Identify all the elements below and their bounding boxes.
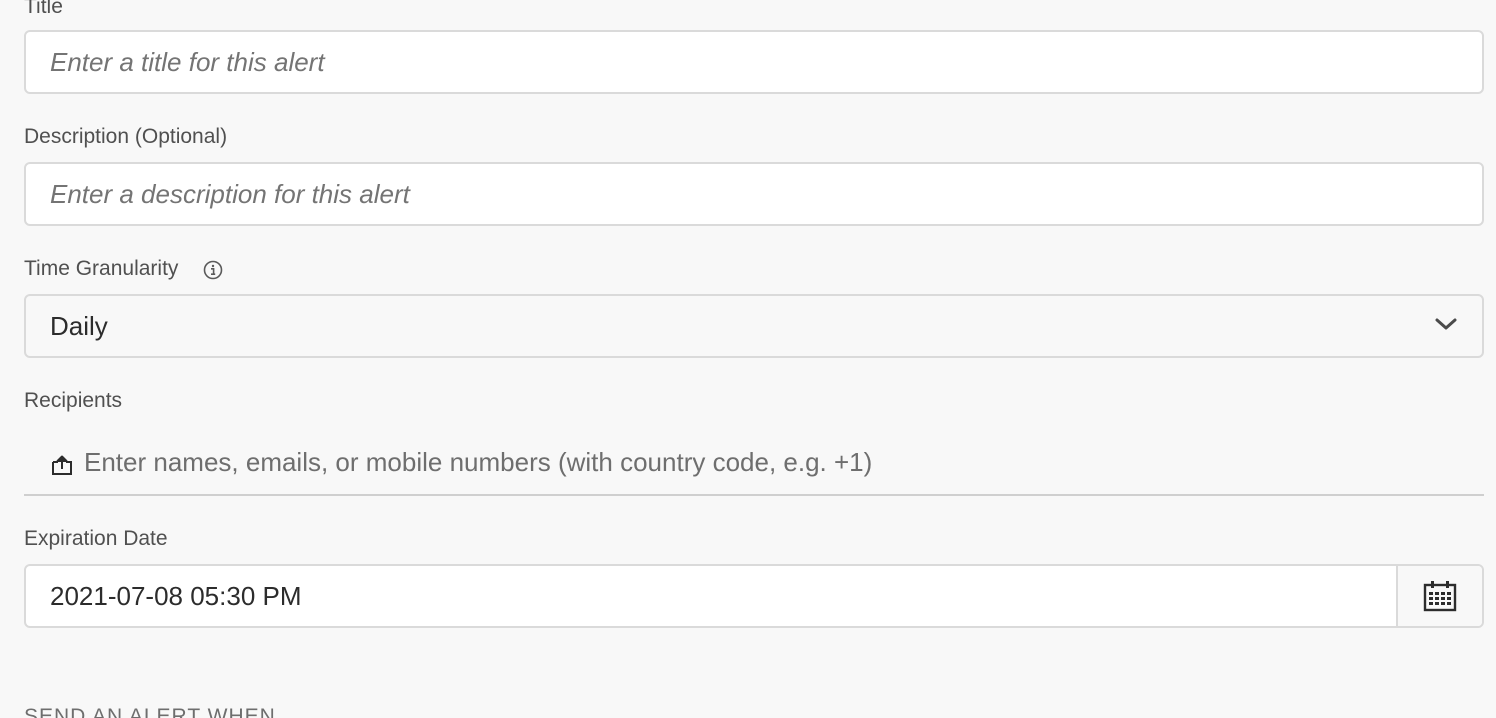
- send-alert-when-heading: SEND AN ALERT WHEN: [24, 705, 276, 718]
- title-field-container: [24, 30, 1484, 94]
- alert-form: Title Description (Optional) Time Granul…: [0, 0, 1496, 718]
- description-input[interactable]: [26, 164, 1482, 224]
- time-granularity-value: Daily: [50, 310, 108, 341]
- info-icon[interactable]: [203, 260, 223, 280]
- recipients-label: Recipients: [24, 389, 123, 412]
- time-granularity-select[interactable]: Daily: [24, 294, 1484, 358]
- calendar-icon: [1423, 580, 1457, 612]
- description-label: Description (Optional): [24, 125, 228, 148]
- recipients-field: [24, 436, 1484, 496]
- recipients-input[interactable]: [84, 446, 1484, 484]
- title-input[interactable]: [26, 32, 1482, 92]
- chevron-down-icon: [1434, 316, 1458, 337]
- expiration-date-input[interactable]: [26, 566, 1396, 626]
- expiration-date-field: [24, 564, 1484, 628]
- share-upload-icon: [50, 453, 74, 477]
- calendar-button[interactable]: [1396, 566, 1482, 626]
- expiration-date-label: Expiration Date: [24, 527, 168, 550]
- title-label: Title: [24, 0, 63, 18]
- time-granularity-label: Time Granularity: [24, 257, 179, 280]
- description-field-container: [24, 162, 1484, 226]
